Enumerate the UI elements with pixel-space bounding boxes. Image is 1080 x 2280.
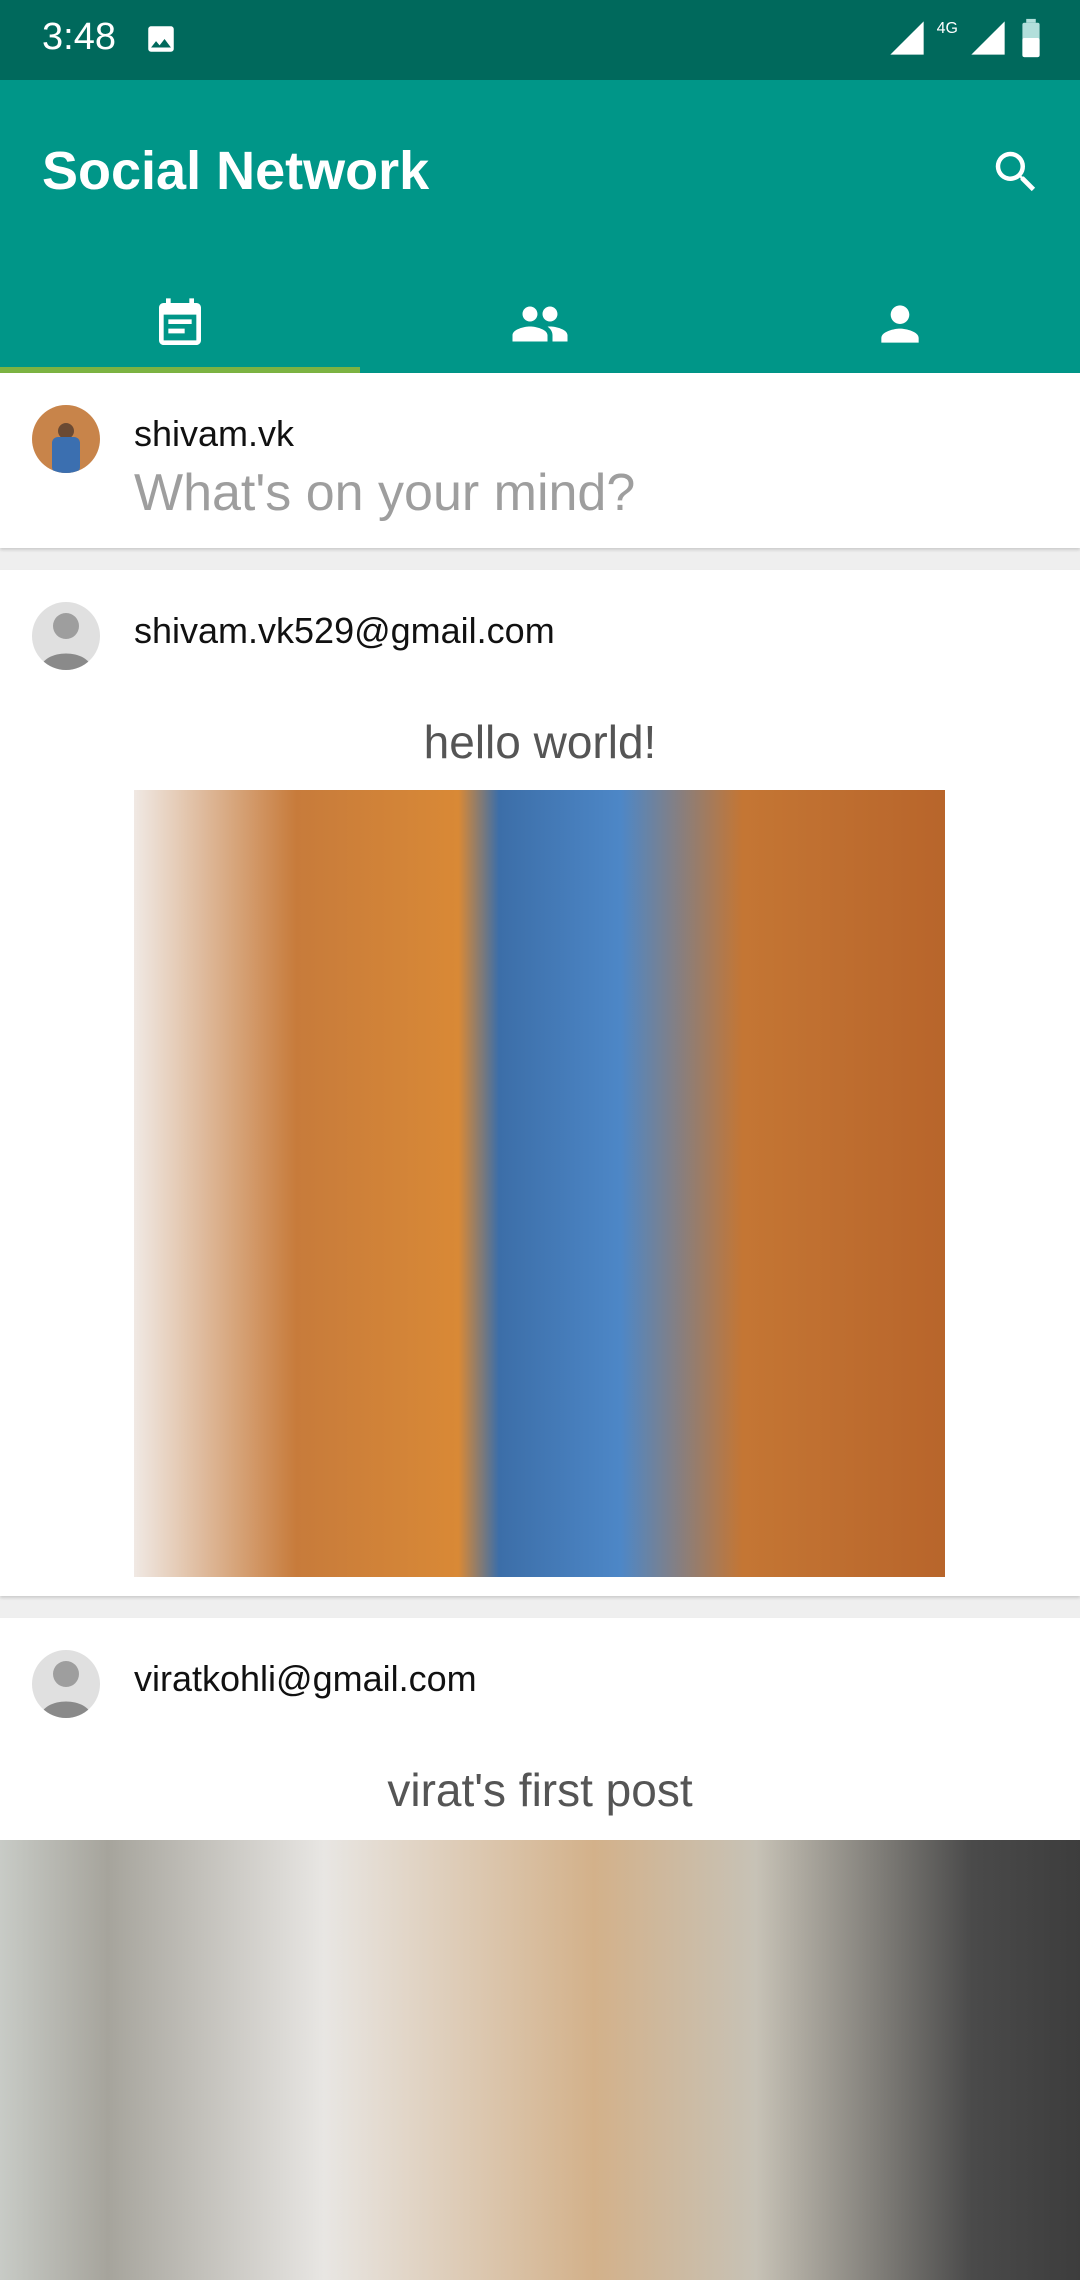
person-icon	[881, 305, 919, 343]
network-type-label: 4G	[936, 20, 958, 37]
avatar[interactable]	[32, 1650, 100, 1718]
status-bar: 3:48 4G	[0, 0, 1080, 80]
composer-input[interactable]: What's on your mind?	[134, 463, 635, 523]
battery-icon	[1018, 17, 1044, 64]
post-author: shivam.vk529@gmail.com	[134, 610, 555, 651]
post-photo[interactable]	[0, 1840, 1080, 2280]
feed-icon	[159, 298, 201, 345]
signal-icon-2	[968, 18, 1008, 63]
status-time: 3:48	[42, 16, 116, 58]
composer-card: shivam.vk What's on your mind?	[0, 373, 1080, 548]
app-bar: Social Network	[0, 80, 1080, 373]
tab-friends[interactable]	[360, 275, 720, 373]
avatar[interactable]	[32, 405, 100, 473]
gallery-notification-icon	[144, 22, 178, 56]
post-caption: virat's first post	[387, 1764, 693, 1816]
signal-icon	[887, 18, 927, 63]
post-card: viratkohli@gmail.com virat's first post	[0, 1618, 1080, 2280]
post-card: shivam.vk529@gmail.com hello world!	[0, 570, 1080, 1596]
people-icon	[512, 306, 568, 342]
composer-username: shivam.vk	[134, 413, 295, 454]
post-caption: hello world!	[423, 716, 657, 768]
tab-profile[interactable]	[720, 275, 1080, 373]
avatar[interactable]	[32, 602, 100, 670]
tab-bar	[0, 275, 1080, 373]
tab-feed[interactable]	[0, 275, 360, 373]
post-photo[interactable]	[134, 790, 945, 1577]
post-author: viratkohli@gmail.com	[134, 1658, 477, 1699]
app-title: Social Network	[42, 141, 430, 201]
search-button[interactable]	[980, 136, 1052, 208]
search-icon	[995, 151, 1036, 192]
